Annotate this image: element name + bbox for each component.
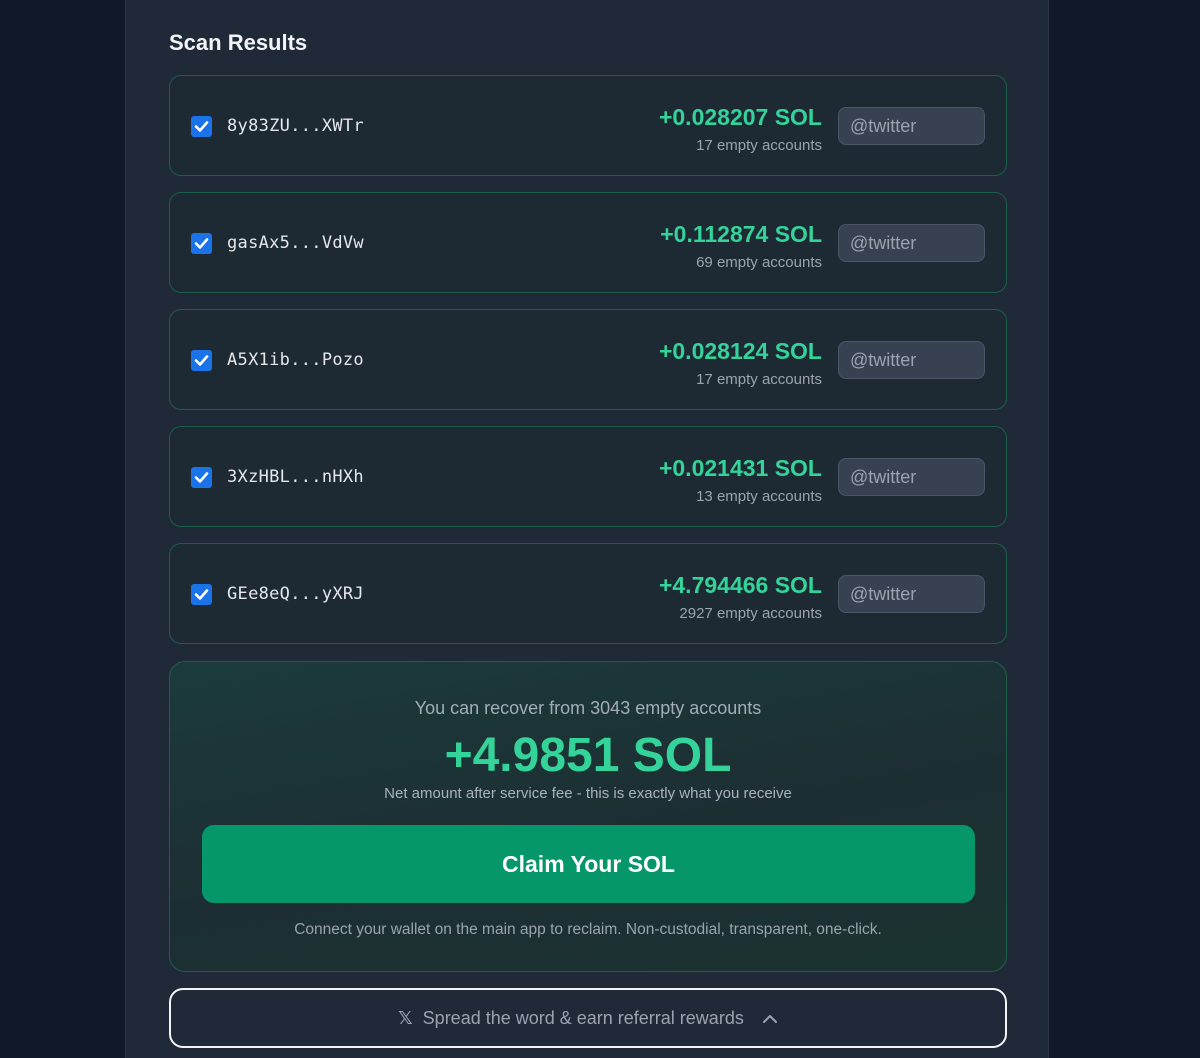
wallet-address: GEe8eQ...yXRJ xyxy=(227,584,364,604)
wallet-list: 8y83ZU...XWTr +0.028207 SOL 17 empty acc… xyxy=(169,75,1007,660)
twitter-input[interactable] xyxy=(838,575,985,613)
wallet-checkbox[interactable] xyxy=(191,584,212,605)
wallet-row: GEe8eQ...yXRJ +4.794466 SOL 2927 empty a… xyxy=(169,543,1007,644)
wallet-row: 3XzHBL...nHXh +0.021431 SOL 13 empty acc… xyxy=(169,426,1007,527)
wallet-amount: +4.794466 SOL xyxy=(658,572,822,598)
wallet-amount: +0.028124 SOL xyxy=(658,338,822,364)
twitter-input[interactable] xyxy=(838,107,985,145)
page-title: Scan Results xyxy=(169,30,308,55)
wallet-address: gasAx5...VdVw xyxy=(227,233,364,253)
check-icon xyxy=(194,121,209,132)
referral-toggle-button[interactable]: 𝕏 Spread the word & earn referral reward… xyxy=(169,988,1007,1048)
wallet-amount: +0.028207 SOL xyxy=(658,104,822,130)
wallet-row: gasAx5...VdVw +0.112874 SOL 69 empty acc… xyxy=(169,192,1007,293)
check-icon xyxy=(194,238,209,249)
recovery-summary-card: You can recover from 3043 empty accounts… xyxy=(169,661,1007,972)
wallet-account-count: 2927 empty accounts xyxy=(679,605,822,622)
claim-sol-button[interactable]: Claim Your SOL xyxy=(202,825,975,903)
wallet-row: 8y83ZU...XWTr +0.028207 SOL 17 empty acc… xyxy=(169,75,1007,176)
wallet-checkbox[interactable] xyxy=(191,350,212,371)
x-logo-icon: 𝕏 xyxy=(398,1007,413,1028)
recovery-note: Net amount after service fee - this is e… xyxy=(384,785,792,802)
twitter-input[interactable] xyxy=(838,224,985,262)
chevron-up-icon xyxy=(762,1008,778,1029)
wallet-account-count: 69 empty accounts xyxy=(696,254,822,271)
wallet-address: A5X1ib...Pozo xyxy=(227,350,364,370)
twitter-input[interactable] xyxy=(838,341,985,379)
wallet-account-count: 13 empty accounts xyxy=(696,488,822,505)
referral-label: Spread the word & earn referral rewards xyxy=(422,1007,744,1028)
check-icon xyxy=(194,355,209,366)
wallet-row: A5X1ib...Pozo +0.028124 SOL 17 empty acc… xyxy=(169,309,1007,410)
wallet-amount: +0.112874 SOL xyxy=(660,221,822,247)
wallet-address: 8y83ZU...XWTr xyxy=(227,116,364,136)
wallet-account-count: 17 empty accounts xyxy=(696,371,822,388)
recovery-headline: You can recover from 3043 empty accounts xyxy=(414,698,762,718)
wallet-checkbox[interactable] xyxy=(191,467,212,488)
wallet-amount: +0.021431 SOL xyxy=(658,455,822,481)
recovery-footer: Connect your wallet on the main app to r… xyxy=(294,921,882,938)
twitter-input[interactable] xyxy=(838,458,985,496)
wallet-checkbox[interactable] xyxy=(191,233,212,254)
recovery-total: +4.9851 SOL xyxy=(444,729,732,782)
wallet-account-count: 17 empty accounts xyxy=(696,137,822,154)
check-icon xyxy=(194,589,209,600)
scan-panel: Scan Results 8y83ZU...XWTr +0.028207 SOL… xyxy=(125,0,1049,1058)
wallet-checkbox[interactable] xyxy=(191,116,212,137)
check-icon xyxy=(194,472,209,483)
wallet-address: 3XzHBL...nHXh xyxy=(227,467,364,487)
